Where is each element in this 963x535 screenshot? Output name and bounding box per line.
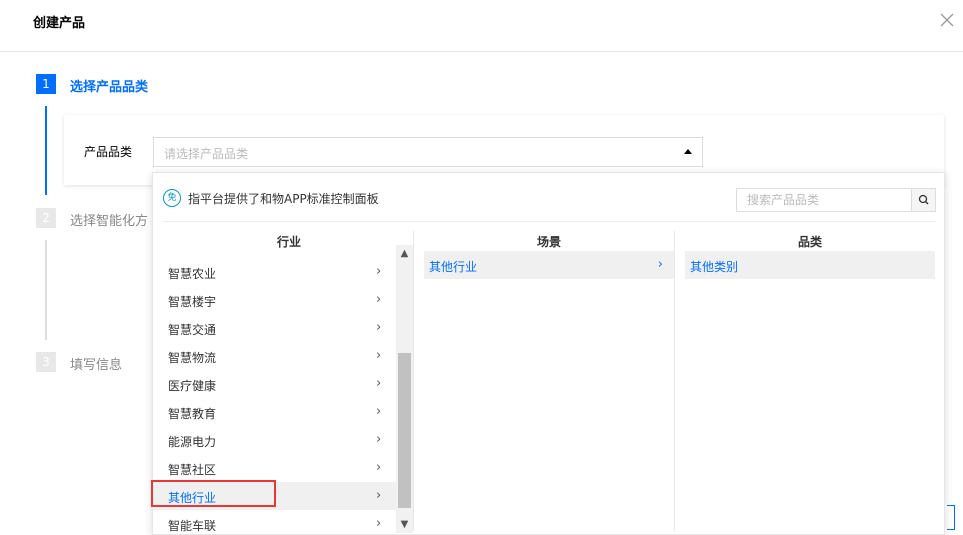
step-3-label: 填写信息: [70, 358, 123, 373]
list-item[interactable]: 智慧交通 ›: [153, 314, 396, 342]
column-header-industry: 行业: [276, 235, 301, 249]
category-search: [736, 188, 936, 212]
dialog-title: 创建产品: [33, 16, 86, 31]
chevron-right-icon: ›: [376, 488, 382, 503]
category-cascader-dropdown: 免 指平台提供了和物APP标准控制面板 行业 场景 品类 智慧农业 › 智慧楼宇 ›…: [152, 172, 945, 535]
industry-label: 医疗健康: [168, 379, 217, 393]
chevron-right-icon: ›: [376, 292, 382, 307]
category-item-label: 其他类别: [690, 260, 739, 274]
column-separator: [413, 231, 414, 531]
industry-label: 其他行业: [168, 491, 217, 505]
chevron-right-icon: ›: [376, 376, 382, 391]
chevron-right-icon: ›: [376, 264, 382, 279]
scrollbar-thumb[interactable]: [398, 353, 411, 508]
search-icon[interactable]: [911, 189, 935, 211]
industry-label: 智慧交通: [168, 323, 217, 337]
chevron-right-icon: ›: [376, 404, 382, 419]
list-item[interactable]: 智能车联 ›: [153, 510, 396, 535]
list-item[interactable]: 能源电力 ›: [153, 426, 396, 454]
category-label: 产品品类: [84, 145, 133, 159]
category-search-input[interactable]: [737, 189, 912, 211]
category-item[interactable]: 其他类别: [685, 251, 935, 279]
free-badge-icon: 免: [163, 189, 181, 207]
step-1-line: [45, 106, 47, 195]
panel-notice-text: 指平台提供了和物APP标准控制面板: [188, 191, 379, 206]
list-item[interactable]: 智慧农业 ›: [153, 258, 396, 286]
industry-label: 智能车联: [168, 519, 217, 533]
step-1-label: 选择产品品类: [70, 80, 149, 95]
caret-up-icon: [684, 149, 692, 154]
category-select[interactable]: 请选择产品品类: [153, 137, 703, 167]
chevron-right-icon: ›: [376, 348, 382, 363]
chevron-right-icon: ›: [376, 432, 382, 447]
list-item[interactable]: 智慧物流 ›: [153, 342, 396, 370]
dropdown-divider: [163, 221, 935, 222]
column-header-scene: 场景: [536, 235, 561, 249]
step-2-label: 选择智能化方: [70, 214, 149, 229]
scroll-down-icon[interactable]: ▼: [396, 516, 413, 533]
category-select-placeholder: 请选择产品品类: [164, 147, 249, 161]
chevron-right-icon: ›: [376, 460, 382, 475]
list-item[interactable]: 智慧社区 ›: [153, 454, 396, 482]
chevron-right-icon: ›: [376, 516, 382, 531]
partial-button-edge: [947, 505, 955, 530]
column-separator: [674, 231, 675, 531]
create-product-dialog: 创建产品 1 选择产品品类 2 选择智能化方 3 填写信息 产品品类 请选择产品…: [0, 0, 963, 535]
industry-label: 智慧社区: [168, 463, 217, 477]
list-item[interactable]: 智慧楼宇 ›: [153, 286, 396, 314]
scene-item[interactable]: 其他行业 ›: [424, 251, 674, 279]
industry-scrollbar[interactable]: ▲ ▼: [396, 245, 413, 533]
close-icon[interactable]: [939, 12, 955, 28]
list-item[interactable]: 医疗健康 ›: [153, 370, 396, 398]
chevron-right-icon: ›: [657, 257, 663, 272]
step-2-number: 2: [36, 208, 56, 228]
industry-list: 智慧农业 › 智慧楼宇 › 智慧交通 › 智慧物流 › 医疗健康 › 智慧教育 › 能源电力…: [153, 258, 396, 535]
dialog-header: 创建产品: [0, 0, 963, 52]
chevron-right-icon: ›: [376, 320, 382, 335]
industry-label: 智慧楼宇: [168, 295, 217, 309]
industry-label: 能源电力: [168, 435, 217, 449]
industry-label: 智慧教育: [168, 407, 217, 421]
scene-label: 其他行业: [429, 260, 478, 274]
scroll-up-icon[interactable]: ▲: [396, 245, 413, 262]
list-item[interactable]: 智慧教育 ›: [153, 398, 396, 426]
list-item-selected[interactable]: 其他行业 ›: [153, 482, 396, 510]
industry-label: 智慧农业: [168, 267, 217, 281]
step-1-number: 1: [36, 74, 56, 94]
step-2-line: [45, 240, 47, 340]
panel-notice: 免 指平台提供了和物APP标准控制面板: [163, 189, 379, 207]
column-header-category: 品类: [797, 235, 822, 249]
industry-label: 智慧物流: [168, 351, 217, 365]
step-3-number: 3: [36, 352, 56, 372]
